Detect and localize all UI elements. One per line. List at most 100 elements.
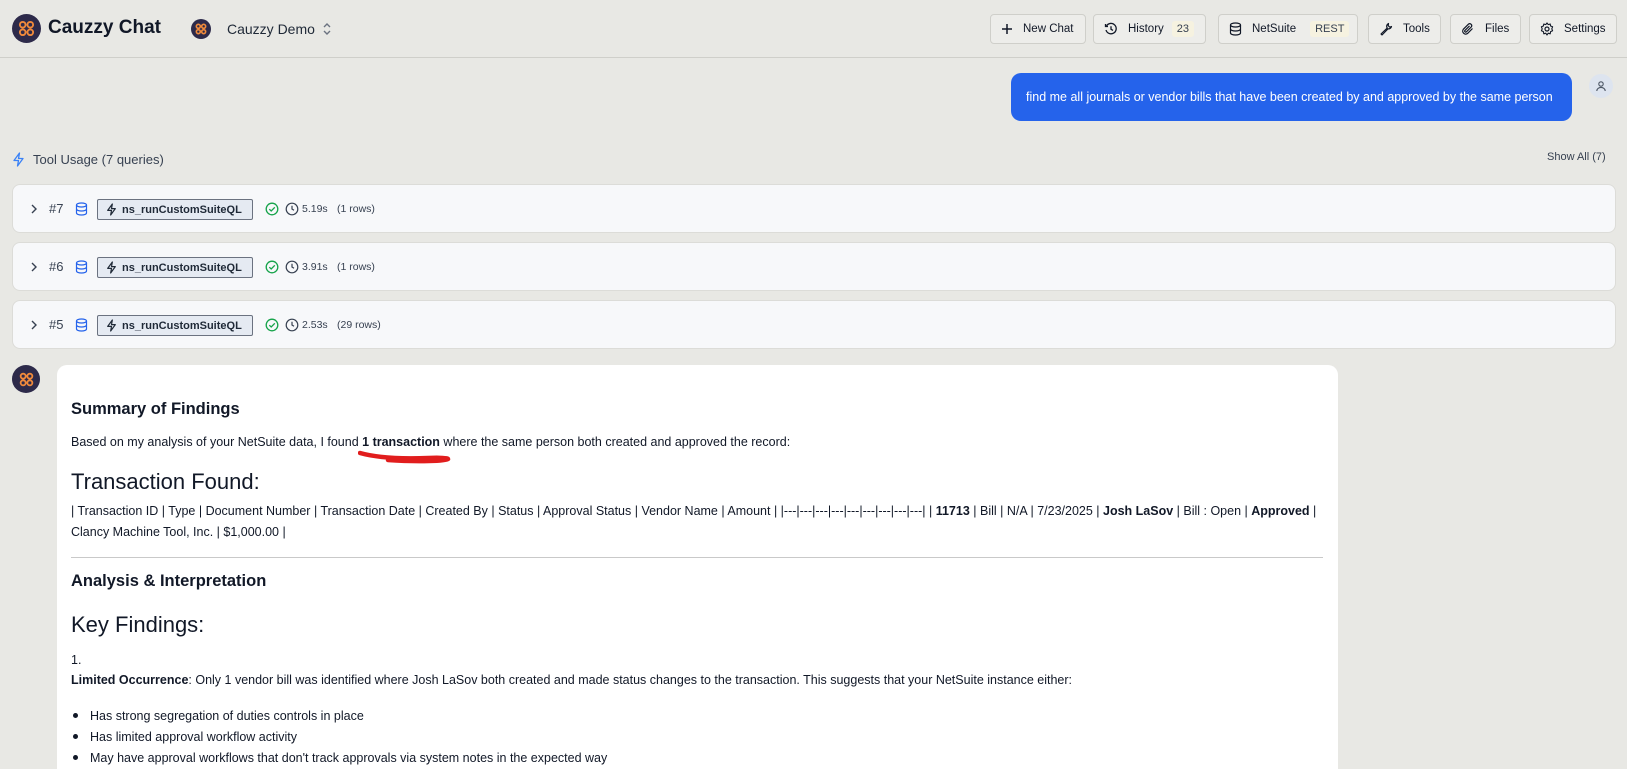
tool-function-name: ns_runCustomSuiteQL [122,261,242,274]
database-icon [75,202,88,216]
clock-icon [285,318,299,332]
chevron-right-icon[interactable] [30,203,38,215]
history-icon [1104,22,1117,35]
tool-function-tag: ns_runCustomSuiteQL [97,199,253,220]
key-findings-heading: Key Findings: [71,612,205,637]
user-icon [1596,81,1606,92]
lightning-icon [107,203,116,216]
show-all-button[interactable]: Show All (7) [1547,151,1606,163]
bullet-dot [73,734,78,739]
transaction-id: 11713 [935,504,970,518]
settings-label: Settings [1564,23,1606,35]
user-message-bubble: find me all journals or vendor bills tha… [1011,73,1572,121]
tool-call-card[interactable]: #5 ns_runCustomSuiteQL 2.53s (29 rows) [12,300,1616,349]
list-item: Has limited approval workflow activity [71,726,607,747]
lightning-icon [107,319,116,332]
approval-status: Approved [1251,504,1310,518]
chevron-right-icon[interactable] [30,319,38,331]
paperclip-icon [1462,23,1473,35]
tool-call-number: #5 [49,317,64,332]
tool-function-tag: ns_runCustomSuiteQL [97,315,253,336]
red-underline-annotation [358,450,451,464]
lightning-icon [107,261,116,274]
bullet-dot [73,755,78,760]
bullet-dot [73,713,78,718]
user-message-text: find me all journals or vendor bills tha… [1026,90,1553,104]
list-number: 1. [71,653,82,667]
cauzzy-logo-icon [12,14,41,43]
history-count-badge: 23 [1171,21,1195,37]
history-label: History [1128,23,1164,35]
lightning-icon [13,151,24,167]
chevron-up-down-icon[interactable] [321,20,333,38]
list-item: May have approval workflows that don't t… [71,747,607,768]
tools-button[interactable]: Tools [1368,14,1441,44]
project-logo-icon[interactable] [191,19,211,39]
new-chat-label: New Chat [1023,23,1074,35]
assistant-avatar [12,365,40,393]
chevron-right-icon[interactable] [30,261,38,273]
finding-bullets: Has strong segregation of duties control… [71,705,607,768]
tool-call-number: #6 [49,259,64,274]
tool-function-name: ns_runCustomSuiteQL [122,319,242,332]
check-circle-icon [265,202,279,216]
divider [71,557,1323,558]
new-chat-button[interactable]: New Chat [990,14,1086,44]
summary-text-start: Based on my analysis of your NetSuite da… [71,435,363,449]
summary-highlight: 1 transaction [362,435,440,449]
summary-heading: Summary of Findings [71,400,240,418]
clock-icon [285,260,299,274]
table-text-part: | [1309,504,1317,518]
check-circle-icon [265,318,279,332]
tool-duration: 2.53s [302,319,328,331]
tool-row-count: (1 rows) [337,261,375,273]
summary-text-end: where the same person both created and a… [439,435,791,449]
table-text-part: | Bill : Open | [1173,504,1252,518]
netsuite-label: NetSuite [1252,23,1297,35]
table-text-part: Clancy Machine Tool, Inc. | $1,000.00 | [71,525,286,539]
clock-icon [285,202,299,216]
user-avatar [1589,74,1613,98]
finding-item: Limited Occurrence: Only 1 vendor bill w… [71,670,1321,691]
database-icon [75,318,88,332]
tools-label: Tools [1403,23,1430,35]
tool-call-card[interactable]: #7 ns_runCustomSuiteQL 5.19s (1 rows) [12,184,1616,233]
tool-function-name: ns_runCustomSuiteQL [122,203,242,216]
database-icon [75,260,88,274]
table-text-part: | Bill | N/A | 7/23/2025 | [969,504,1103,518]
assistant-message: Summary of Findings Based on my analysis… [57,365,1338,769]
table-text-part: | Transaction ID | Type | Document Numbe… [71,504,936,518]
finding-text: : Only 1 vendor bill was identified wher… [188,673,1073,687]
settings-button[interactable]: Settings [1529,14,1617,44]
files-label: Files [1485,23,1510,35]
project-selector[interactable]: Cauzzy Demo [227,21,315,37]
transaction-found-heading: Transaction Found: [71,469,260,494]
tool-duration: 5.19s [302,203,328,215]
tool-row-count: (1 rows) [337,203,375,215]
analysis-heading: Analysis & Interpretation [71,572,267,590]
tool-usage-title: Tool Usage (7 queries) [33,151,164,167]
history-button[interactable]: History 23 [1093,14,1206,44]
database-icon [1229,22,1242,36]
tool-function-tag: ns_runCustomSuiteQL [97,257,253,278]
tool-usage-header: Tool Usage (7 queries) [12,150,164,168]
gear-icon [1540,22,1554,36]
check-circle-icon [265,260,279,274]
tool-call-number: #7 [49,201,64,216]
top-bar: Cauzzy Chat Cauzzy Demo New Chat History… [0,0,1627,58]
finding-title: Limited Occurrence [71,673,189,687]
tool-call-card[interactable]: #6 ns_runCustomSuiteQL 3.91s (1 rows) [12,242,1616,291]
netsuite-mode-badge: REST [1310,21,1350,37]
app-title: Cauzzy Chat [48,17,161,38]
transaction-table-text: | Transaction ID | Type | Document Numbe… [71,501,1321,543]
list-item-text: Has strong segregation of duties control… [90,708,364,723]
cauzzy-logo-icon [19,372,33,386]
netsuite-button[interactable]: NetSuite REST [1218,14,1358,44]
list-item: Has strong segregation of duties control… [71,705,607,726]
created-by: Josh LaSov [1103,504,1174,518]
plus-icon [1002,24,1012,34]
list-item-text: Has limited approval workflow activity [90,729,298,744]
files-button[interactable]: Files [1450,14,1521,44]
tool-duration: 3.91s [302,261,328,273]
wrench-icon [1380,22,1393,36]
